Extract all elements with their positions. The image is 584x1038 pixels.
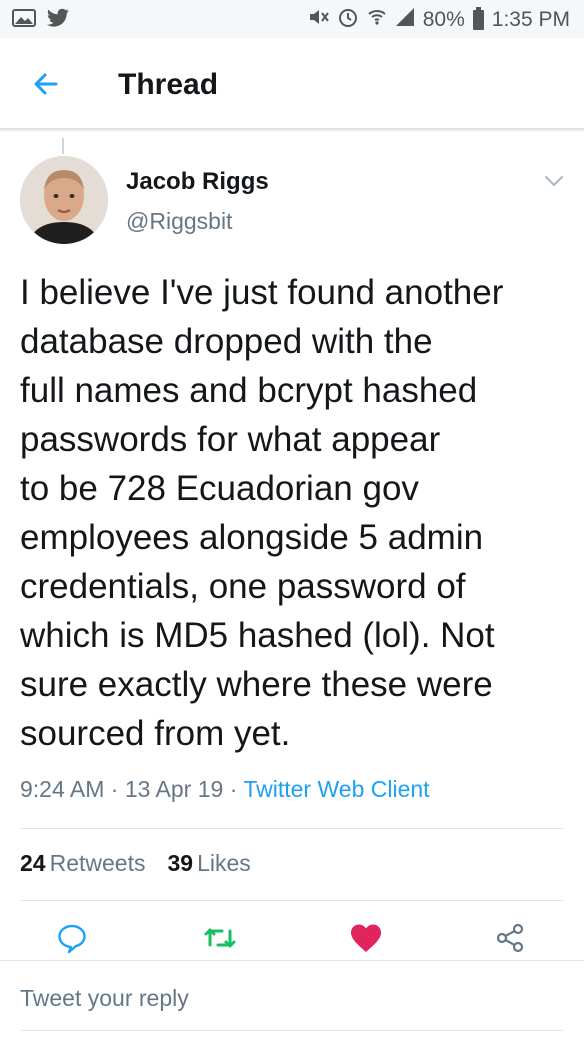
battery-percent: 80% — [422, 8, 465, 31]
wifi-icon — [367, 7, 387, 33]
like-button[interactable] — [346, 918, 386, 958]
tweet-text: I believe I've just found another databa… — [20, 273, 504, 753]
share-icon — [496, 923, 524, 953]
divider — [20, 828, 564, 829]
back-button[interactable] — [28, 66, 64, 102]
avatar[interactable] — [20, 156, 108, 244]
heart-icon — [351, 924, 381, 952]
clock: 1:35 PM — [491, 8, 570, 31]
author-handle[interactable]: @Riggsbit — [126, 208, 232, 235]
retweet-icon — [204, 928, 236, 948]
likes-label: Likes — [197, 850, 251, 876]
retweet-button[interactable] — [200, 918, 240, 958]
battery-icon — [472, 7, 484, 30]
retweets-stat[interactable]: 24 Retweets — [20, 850, 145, 877]
signal-icon — [395, 7, 415, 33]
thread-connector — [62, 138, 64, 154]
retweets-count: 24 — [20, 850, 46, 876]
divider — [20, 1030, 564, 1031]
page-title: Thread — [118, 68, 219, 101]
reply-input[interactable]: Tweet your reply — [20, 985, 189, 1012]
status-bar: 80% 1:35 PM — [0, 0, 584, 38]
alarm-icon — [337, 6, 359, 34]
retweets-label: Retweets — [49, 850, 146, 876]
tweet-menu-button[interactable] — [540, 166, 568, 194]
comment-icon — [58, 924, 86, 954]
author-name[interactable]: Jacob Riggs — [126, 168, 269, 196]
chevron-down-icon — [545, 176, 563, 187]
likes-stat[interactable]: 39 Likes — [167, 850, 250, 877]
meta-separator: · — [110, 776, 119, 802]
tweet-client-link[interactable]: Twitter Web Client — [243, 776, 429, 802]
share-button[interactable] — [490, 918, 530, 958]
app-bar: Thread — [0, 38, 584, 130]
twitter-bird-icon — [46, 8, 70, 33]
divider — [0, 960, 584, 961]
tweet-time: 9:24 AM — [20, 776, 105, 802]
tweet-stats: 24 Retweets 39 Likes — [20, 850, 251, 877]
reply-button[interactable] — [52, 918, 92, 958]
tweet-date: 13 Apr 19 — [124, 776, 224, 802]
meta-separator: · — [229, 776, 238, 802]
tweet-meta: 9:24 AM · 13 Apr 19 · Twitter Web Client — [20, 776, 430, 803]
likes-count: 39 — [167, 850, 194, 876]
mute-icon — [307, 7, 329, 33]
action-bar — [0, 918, 584, 958]
divider — [20, 900, 564, 901]
gallery-icon — [12, 8, 36, 33]
arrow-left-icon — [34, 73, 58, 95]
